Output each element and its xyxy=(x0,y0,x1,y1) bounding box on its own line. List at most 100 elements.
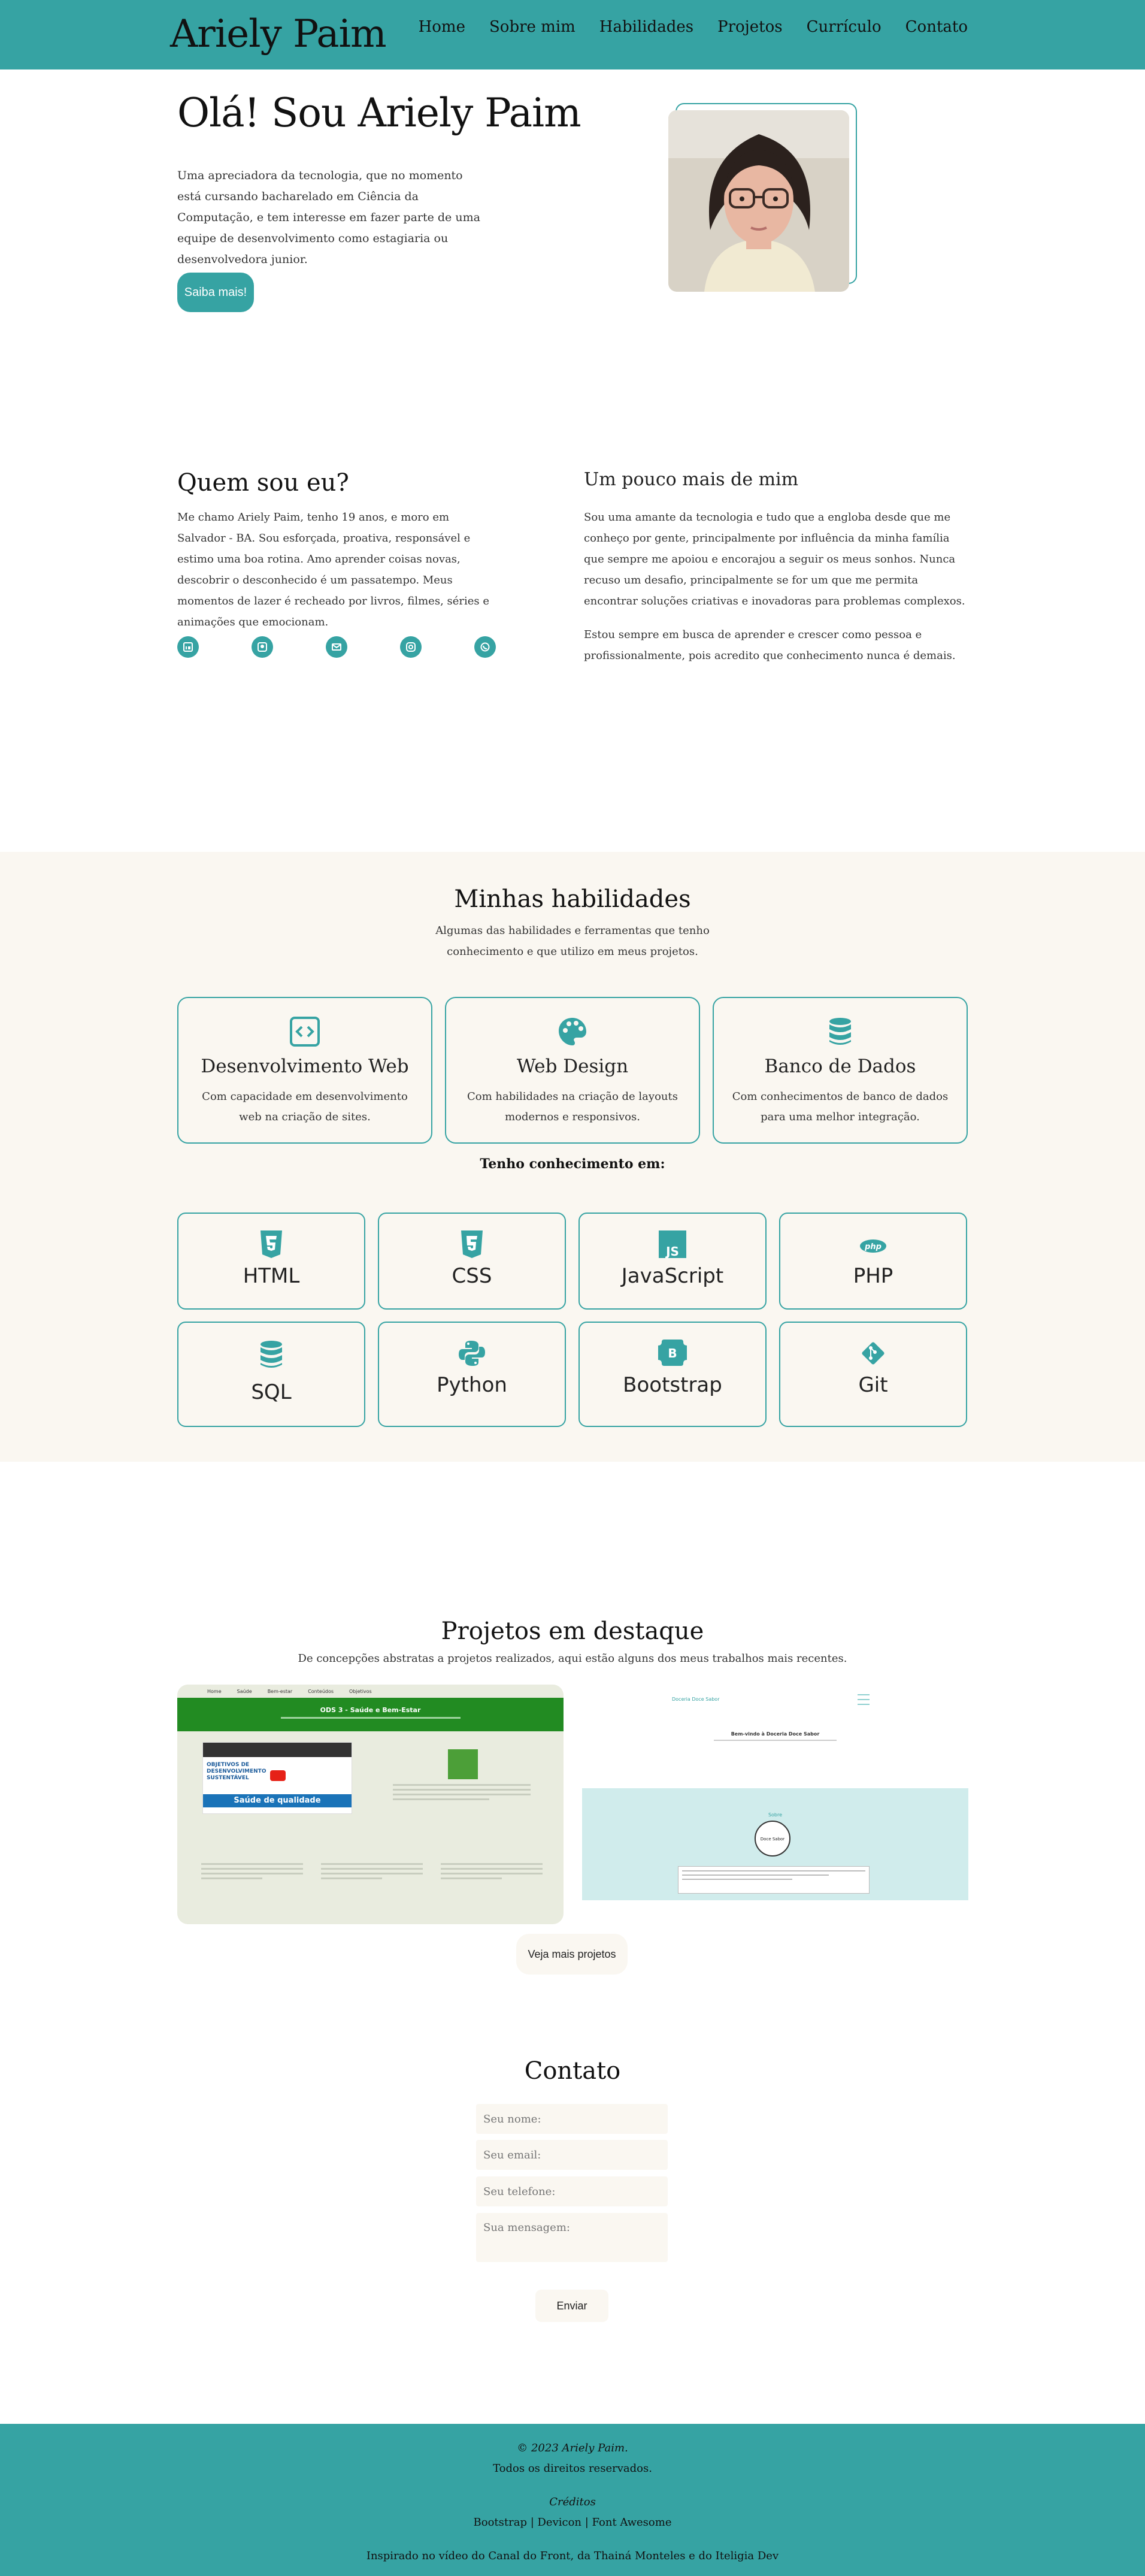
nav-habilidades[interactable]: Habilidades xyxy=(599,18,693,36)
about-title: Quem sou eu? xyxy=(177,469,349,497)
project2-about-section: Sobre Doce Sabor xyxy=(582,1788,968,1900)
javascript-icon: JS xyxy=(659,1230,686,1260)
card-text: Com habilidades na criação de layouts mo… xyxy=(467,1090,678,1123)
tech-card-javascript: JS JavaScript xyxy=(578,1213,767,1310)
python-icon xyxy=(458,1340,486,1369)
project-nav-item: Saúde xyxy=(237,1689,252,1694)
skills-title: Minhas habilidades xyxy=(454,885,691,913)
contact-title: Contato xyxy=(524,2057,621,2085)
project-nav-item: Conteúdos xyxy=(308,1689,334,1694)
project2-welcome: Bem-vindo à Doceria Doce Sabor xyxy=(731,1731,820,1737)
project-doceria-screenshot[interactable]: Doceria Doce Sabor Bem-vindo à Doceria D… xyxy=(582,1685,968,1900)
skill-card-database: Banco de Dados Com conhecimentos de banc… xyxy=(713,997,968,1144)
social-links xyxy=(177,636,496,658)
project-video: OBJETIVOS DE DESENVOLVIMENTO SUSTENTÁVEL… xyxy=(202,1742,352,1814)
tech-name: Bootstrap xyxy=(623,1373,722,1397)
saiba-mais-button[interactable]: Saiba mais! xyxy=(177,273,254,312)
php-icon: php xyxy=(859,1239,887,1256)
project-nav-item: Bem-estar xyxy=(267,1689,293,1694)
svg-text:php: php xyxy=(864,1242,882,1251)
whatsapp-icon[interactable] xyxy=(474,636,496,658)
projects-subtitle: De concepções abstratas a projetos reali… xyxy=(298,1652,847,1665)
nav-sobre[interactable]: Sobre mim xyxy=(489,18,575,36)
brand-logo[interactable]: Ariely Paim xyxy=(170,12,387,56)
card-title: Banco de Dados xyxy=(764,1056,916,1077)
skill-card-web-dev: Desenvolvimento Web Com capacidade em de… xyxy=(177,997,432,1144)
hero-title: Olá! Sou Ariely Paim xyxy=(177,90,581,136)
footer-rights: Todos os direitos reservados. xyxy=(493,2462,652,2475)
hero-text: Uma apreciadora da tecnologia, que no mo… xyxy=(177,169,480,266)
tech-name: HTML xyxy=(243,1264,300,1288)
linkedin-icon[interactable] xyxy=(177,636,199,658)
play-icon[interactable] xyxy=(270,1770,286,1781)
footer-inspired: Inspirado no vídeo do Canal do Front, da… xyxy=(366,2550,779,2562)
footer-credits[interactable]: Bootstrap | Devicon | Font Awesome xyxy=(0,2516,1145,2529)
more-about-title: Um pouco mais de mim xyxy=(584,469,799,490)
message-field[interactable] xyxy=(476,2213,668,2262)
github-icon[interactable] xyxy=(252,636,273,658)
nav-home[interactable]: Home xyxy=(419,18,465,36)
footer-credits-title: Créditos xyxy=(549,2496,596,2508)
skill-card-web-design: Web Design Com habilidades na criação de… xyxy=(445,997,700,1144)
profile-photo xyxy=(668,110,849,292)
tech-card-html: HTML xyxy=(177,1213,365,1310)
video-caption: Saúde de qualidade xyxy=(203,1794,352,1807)
project-nav-item: Objetivos xyxy=(349,1689,372,1694)
nav-curriculo[interactable]: Currículo xyxy=(807,18,882,36)
tech-card-php: php PHP xyxy=(779,1213,967,1310)
tech-name: Python xyxy=(437,1373,507,1397)
footer: © 2023 Ariely Paim. Todos os direitos re… xyxy=(0,2424,1145,2576)
svg-text:B: B xyxy=(668,1346,677,1360)
project-nav-item: Home xyxy=(207,1689,222,1694)
navbar: Ariely Paim Home Sobre mim Habilidades P… xyxy=(0,0,1145,69)
tech-card-bootstrap: B Bootstrap xyxy=(578,1322,767,1427)
palette-icon xyxy=(557,1016,588,1050)
svg-text:JS: JS xyxy=(665,1244,679,1258)
tech-name: JavaScript xyxy=(621,1264,724,1288)
project2-section: Sobre xyxy=(768,1812,783,1818)
tech-name: CSS xyxy=(452,1264,492,1288)
about-text: Me chamo Ariely Paim, tenho 19 anos, e m… xyxy=(177,511,490,628)
footer-copyright: © 2023 Ariely Paim. xyxy=(517,2442,628,2454)
projects-title: Projetos em destaque xyxy=(441,1617,704,1645)
skills-subtitle: Algumas das habilidades e ferramentas qu… xyxy=(435,924,710,958)
tech-name: SQL xyxy=(251,1380,292,1404)
project2-logo: Doce Sabor xyxy=(755,1821,790,1857)
git-icon xyxy=(859,1340,887,1369)
send-button[interactable]: Enviar xyxy=(535,2290,608,2322)
project-ods3-screenshot[interactable]: Home Saúde Bem-estar Conteúdos Objetivos… xyxy=(177,1685,564,1924)
knowledge-title: Tenho conhecimento em: xyxy=(480,1156,665,1172)
project-nav: Home Saúde Bem-estar Conteúdos Objetivos xyxy=(177,1685,564,1698)
tech-name: PHP xyxy=(853,1264,893,1288)
html5-icon xyxy=(259,1230,283,1260)
card-text: Com conhecimentos de banco de dados para… xyxy=(732,1090,949,1123)
card-title: Web Design xyxy=(516,1056,629,1077)
more-projects-button[interactable]: Veja mais projetos xyxy=(516,1934,628,1975)
project-banner: ODS 3 - Saúde e Bem-Estar xyxy=(177,1698,564,1731)
more-about-text-2: Estou sempre em busca de aprender e cres… xyxy=(584,628,956,662)
nav-contato[interactable]: Contato xyxy=(905,18,968,36)
name-field[interactable] xyxy=(476,2104,668,2134)
project-heading: ODS 3 - Saúde e Bem-Estar xyxy=(320,1706,421,1714)
email-icon[interactable] xyxy=(326,636,347,658)
tech-card-python: Python xyxy=(378,1322,566,1427)
nav-projetos[interactable]: Projetos xyxy=(717,18,782,36)
code-icon xyxy=(289,1016,320,1050)
css3-icon xyxy=(460,1230,484,1260)
nav-menu: Home Sobre mim Habilidades Projetos Curr… xyxy=(419,18,968,36)
card-text: Com capacidade em desenvolvimento web na… xyxy=(202,1090,408,1123)
phone-field[interactable] xyxy=(476,2176,668,2206)
tech-card-sql: SQL xyxy=(177,1322,365,1427)
instagram-icon[interactable] xyxy=(400,636,422,658)
email-field[interactable] xyxy=(476,2140,668,2170)
database-icon xyxy=(259,1340,283,1372)
project2-brand: Doceria Doce Sabor xyxy=(672,1697,720,1702)
card-title: Desenvolvimento Web xyxy=(201,1056,409,1077)
tech-card-css: CSS xyxy=(378,1213,566,1310)
tech-name: Git xyxy=(858,1373,888,1397)
database-icon xyxy=(825,1016,856,1050)
ods3-badge xyxy=(448,1749,478,1779)
tech-card-git: Git xyxy=(779,1322,967,1427)
more-about-text-1: Sou uma amante da tecnologia e tudo que … xyxy=(584,511,965,607)
bootstrap-icon: B xyxy=(658,1340,687,1368)
